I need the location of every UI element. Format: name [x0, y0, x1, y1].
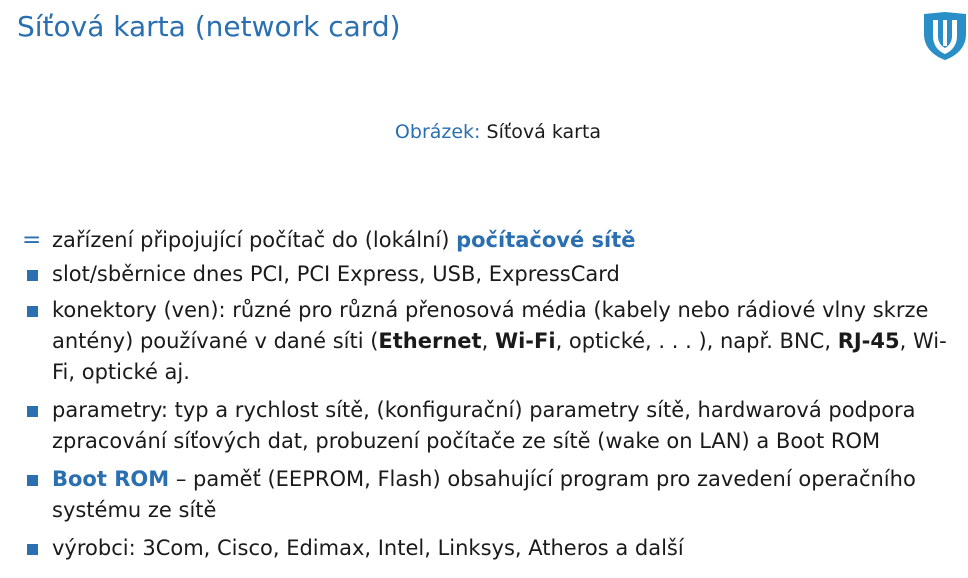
square-bullet-icon — [27, 406, 38, 417]
item-text: zařízení připojující počítač do (lokální… — [52, 228, 457, 252]
item-bold-wifi: Wi-Fi — [494, 329, 556, 353]
square-bullet-icon — [27, 306, 38, 317]
list-item: Boot ROM – paměť (EEPROM, Flash) obsahuj… — [20, 464, 960, 526]
square-bullet-icon — [27, 270, 38, 281]
slide: Síťová karta (network card) Obrázek: Síť… — [0, 0, 968, 578]
university-shield-logo-icon — [924, 12, 966, 60]
item-text: slot/sběrnice dnes PCI, PCI Express, USB… — [52, 262, 620, 286]
item-text: výrobci: 3Com, Cisco, Edimax, Intel, Lin… — [52, 536, 684, 560]
item-text: , optické, . . . ), např. BNC, — [555, 329, 838, 353]
item-text: parametry: typ a rychlost sítě, (konfigu… — [52, 398, 916, 453]
list-item: konektory (ven): různé pro různá přenoso… — [20, 295, 960, 388]
list-item: = zařízení připojující počítač do (lokál… — [20, 225, 960, 256]
caption-text: Síťová karta — [486, 121, 602, 143]
square-bullet-icon — [27, 475, 38, 486]
bullet-list: = zařízení připojující počítač do (lokál… — [20, 225, 960, 571]
list-item: výrobci: 3Com, Cisco, Edimax, Intel, Lin… — [20, 533, 960, 564]
item-text: , — [481, 329, 495, 353]
item-bold-rj45: RJ-45 — [837, 329, 900, 353]
caption-label: Obrázek: — [394, 121, 481, 143]
figure-caption: Obrázek: Síťová karta — [0, 121, 968, 143]
item-highlight: počítačové sítě — [456, 228, 636, 252]
item-highlight: Boot ROM — [52, 467, 170, 491]
slide-title: Síťová karta (network card) — [17, 10, 401, 43]
list-item: slot/sběrnice dnes PCI, PCI Express, USB… — [20, 259, 960, 290]
equals-bullet: = — [22, 227, 42, 253]
item-bold-ethernet: Ethernet — [378, 329, 482, 353]
item-text: – paměť (EEPROM, Flash) obsahující progr… — [52, 467, 916, 522]
list-item: parametry: typ a rychlost sítě, (konfigu… — [20, 395, 960, 457]
square-bullet-icon — [27, 544, 38, 555]
